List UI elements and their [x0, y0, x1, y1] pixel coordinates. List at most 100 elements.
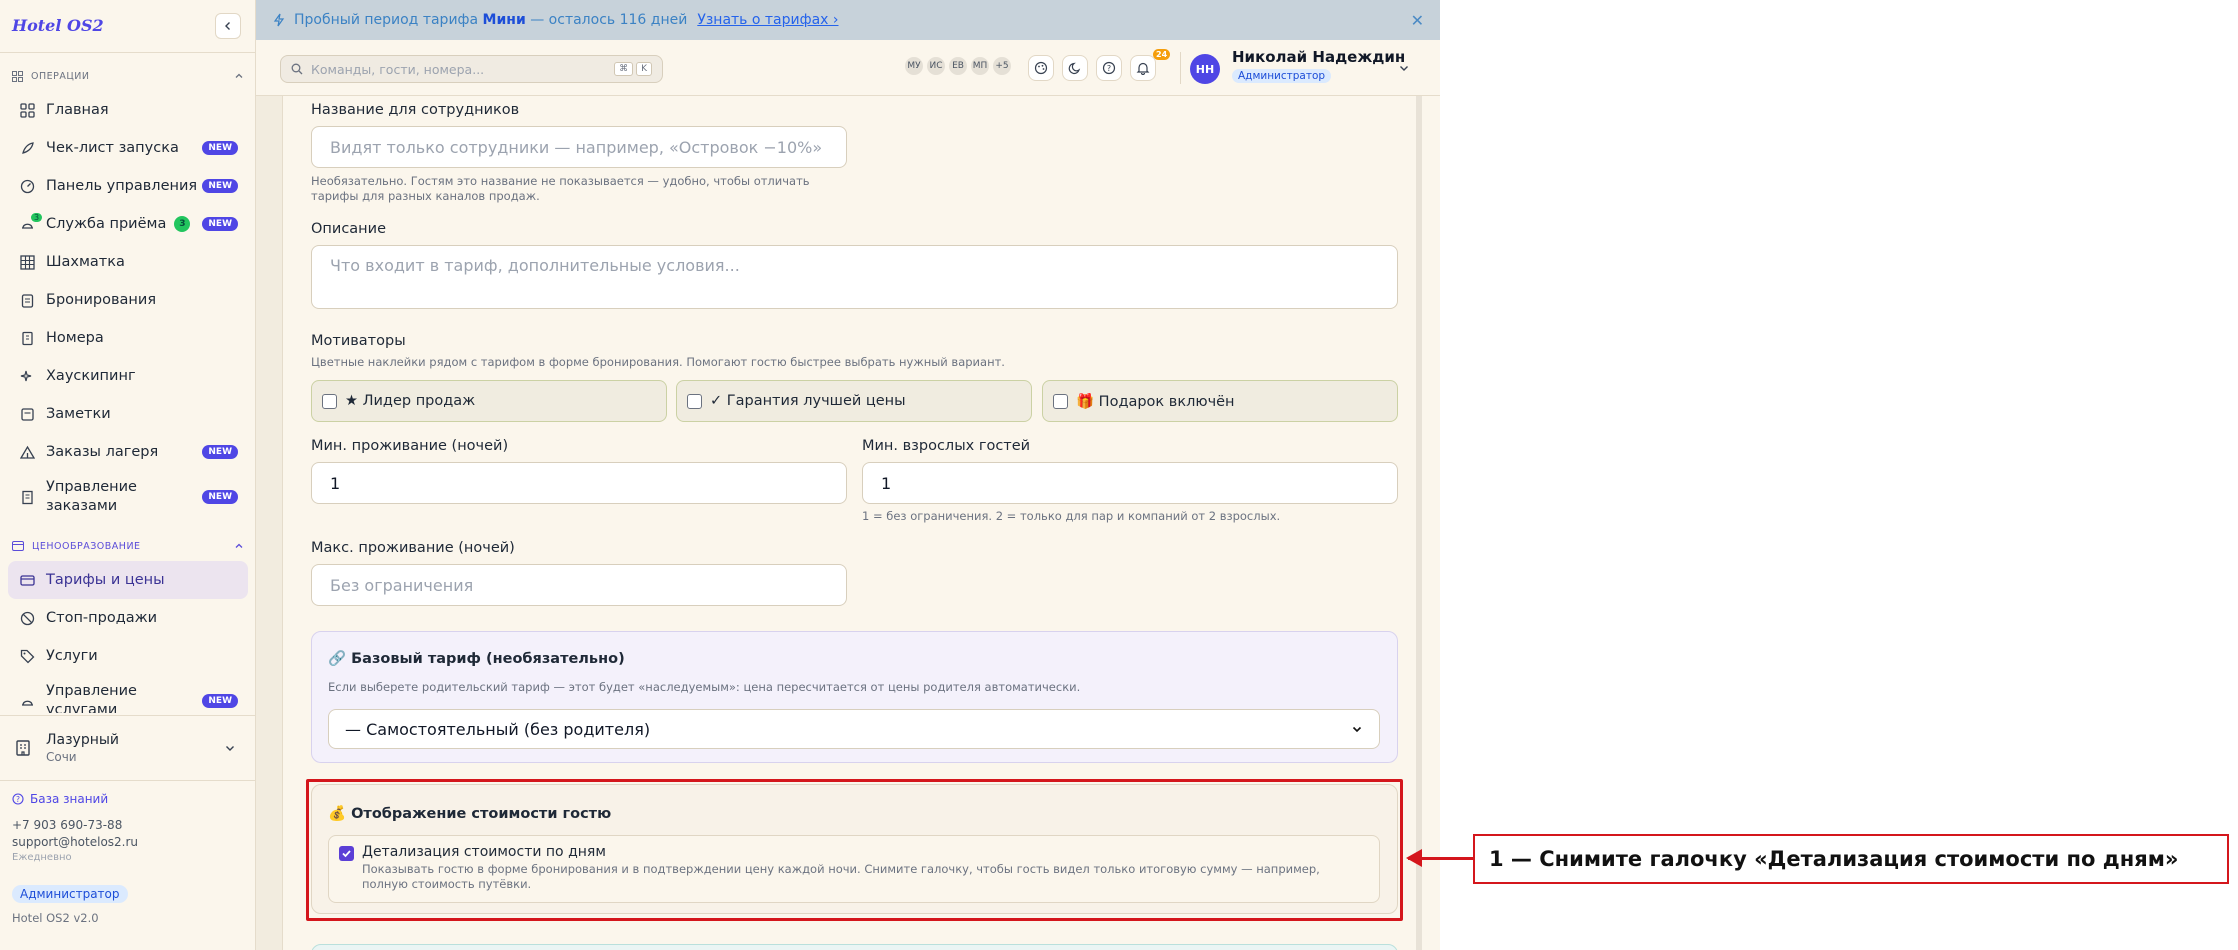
sidebar-item-dashboard[interactable]: Панель управления NEW: [8, 167, 248, 205]
checkbox[interactable]: [322, 393, 337, 409]
banner-plan: Мини: [482, 12, 526, 28]
sidebar-item-front-desk[interactable]: 3 Служба приёма 3 NEW: [8, 205, 248, 243]
user-avatar[interactable]: НН: [1190, 54, 1220, 84]
chevron-left-icon: [225, 22, 230, 30]
section-pricing[interactable]: ЦЕНООБРАЗОВАНИЕ: [0, 531, 256, 561]
new-badge: NEW: [202, 217, 238, 231]
base-rate-selected: — Самостоятельный (без родителя): [345, 719, 651, 739]
receipt-icon: [18, 488, 36, 506]
support-phone[interactable]: +7 903 690-73-88: [12, 818, 248, 832]
motivator-best-price[interactable]: ✓ Гарантия лучшей цены: [676, 380, 1032, 422]
support-email[interactable]: support@hotelos2.ru: [12, 835, 248, 849]
search-shortcut: ⌘ K: [614, 62, 652, 76]
motivator-bestseller[interactable]: ★ Лидер продаж: [311, 380, 667, 422]
sidebar-item-label: Тарифы и цены: [46, 572, 165, 588]
help-circle-icon: ?: [1102, 61, 1116, 75]
base-rate-section: 🔗 Базовый тариф (необязательно) Если выб…: [311, 631, 1398, 763]
max-stay-label: Макс. проживание (ночей): [311, 540, 515, 556]
motivators-hint: Цветные наклейки рядом с тарифом в форме…: [311, 355, 1005, 369]
property-switcher[interactable]: Лазурный Сочи: [0, 715, 256, 781]
sparkles-icon: [18, 367, 36, 385]
description-textarea[interactable]: Что входит в тариф, дополнительные услов…: [311, 245, 1398, 309]
sidebar-item-label: Чек-лист запуска: [46, 140, 179, 156]
sidebar-item-stop-sales[interactable]: Стоп-продажи: [8, 599, 248, 637]
sidebar-item-order-management[interactable]: Управление заказами NEW: [8, 471, 248, 523]
avatar[interactable]: МП: [970, 56, 990, 76]
credit-card-icon: [18, 571, 36, 589]
motivator-label: ★ Лидер продаж: [345, 393, 476, 409]
notifications-button[interactable]: [1130, 55, 1156, 81]
search-input[interactable]: Команды, гости, номера... ⌘ K: [280, 55, 663, 83]
banner-suffix: — осталось 116 дней: [530, 12, 688, 28]
staff-name-input[interactable]: Видят только сотрудники — например, «Ост…: [311, 126, 847, 168]
lightning-icon: [273, 13, 285, 27]
app-window: Hotel OS2 ОПЕРАЦИИ Главная Чек-лист запу…: [0, 0, 1440, 950]
sidebar-nav[interactable]: ОПЕРАЦИИ Главная Чек-лист запуска NEW Пан…: [0, 53, 256, 713]
dark-mode-button[interactable]: [1062, 55, 1088, 81]
property-city: Сочи: [46, 750, 77, 764]
ban-icon: [18, 609, 36, 627]
new-badge: NEW: [202, 490, 238, 504]
sidebar-item-notes[interactable]: Заметки: [8, 395, 248, 433]
rocket-icon: [18, 139, 36, 157]
knowledge-base-label: База знаний: [30, 792, 109, 806]
sidebar-item-camp-orders[interactable]: Заказы лагеря NEW: [8, 433, 248, 471]
role-badge: Администратор: [12, 885, 128, 903]
user-role-badge: Администратор: [1232, 69, 1332, 83]
user-name[interactable]: Николай Надеждин: [1232, 48, 1405, 66]
property-name: Лазурный: [46, 732, 120, 748]
count-badge: 3: [174, 216, 191, 232]
banner-prefix: Пробный период тарифа: [294, 12, 479, 28]
palette-icon: [1034, 61, 1048, 75]
sidebar-item-bookings[interactable]: Бронирования: [8, 281, 248, 319]
mini-count-badge: 3: [31, 213, 43, 222]
checkbox[interactable]: [687, 393, 702, 409]
avatar[interactable]: МУ: [904, 56, 924, 76]
notification-count-badge: 24: [1153, 49, 1171, 60]
sidebar-item-label: Бронирования: [46, 292, 157, 308]
scrollbar[interactable]: [1416, 96, 1422, 950]
avatar[interactable]: ИС: [926, 56, 946, 76]
staff-name-hint: Необязательно. Гостям это название не по…: [311, 174, 810, 203]
section-label: ЦЕНООБРАЗОВАНИЕ: [32, 540, 141, 552]
min-stay-label: Мин. проживание (ночей): [311, 438, 509, 454]
annotation-callout: 1 — Снимите галочку «Детализация стоимос…: [1473, 834, 2229, 884]
sidebar-item-label: Услуги: [46, 648, 98, 664]
sidebar-item-housekeeping[interactable]: Хаускипинг: [8, 357, 248, 395]
min-stay-input[interactable]: 1: [311, 462, 847, 504]
min-adults-input[interactable]: 1: [862, 462, 1398, 504]
trial-banner: Пробный период тарифа Мини — осталось 11…: [256, 0, 1440, 40]
motivator-gift[interactable]: 🎁 Подарок включён: [1042, 380, 1398, 422]
sidebar-item-rates[interactable]: Тарифы и цены: [8, 561, 248, 599]
max-stay-input[interactable]: Без ограничения: [311, 564, 847, 606]
sidebar-item-service-management[interactable]: Управление услугами NEW: [8, 675, 248, 713]
sidebar-item-home[interactable]: Главная: [8, 91, 248, 129]
theme-palette-button[interactable]: [1028, 55, 1054, 81]
base-rate-select[interactable]: — Самостоятельный (без родителя): [328, 709, 1380, 749]
knowledge-base-link[interactable]: ? База знаний: [12, 792, 248, 806]
app-logo[interactable]: Hotel OS2: [12, 16, 104, 35]
sidebar-item-launch-checklist[interactable]: Чек-лист запуска NEW: [8, 129, 248, 167]
team-avatars[interactable]: МУ ИС ЕВ МП +5: [904, 56, 1012, 76]
help-button[interactable]: ?: [1096, 55, 1122, 81]
sidebar: Hotel OS2 ОПЕРАЦИИ Главная Чек-лист запу…: [0, 0, 256, 950]
sidebar-item-services[interactable]: Услуги: [8, 637, 248, 675]
sidebar-item-rooms[interactable]: Номера: [8, 319, 248, 357]
checkbox[interactable]: [1053, 393, 1068, 409]
avatar[interactable]: ЕВ: [948, 56, 968, 76]
sidebar-item-chessboard[interactable]: Шахматка: [8, 243, 248, 281]
chevron-down-icon[interactable]: [1398, 62, 1410, 74]
sidebar-item-label: Заказы лагеря: [46, 444, 159, 460]
moon-icon: [1068, 62, 1081, 75]
more-avatars[interactable]: +5: [992, 56, 1012, 76]
new-badge: NEW: [202, 179, 238, 193]
banner-plans-link[interactable]: Узнать о тарифах ›: [697, 12, 838, 28]
sidebar-footer: ? База знаний +7 903 690-73-88 support@h…: [12, 792, 248, 925]
grid-icon: [12, 70, 23, 82]
section-operations[interactable]: ОПЕРАЦИИ: [0, 61, 256, 91]
close-icon[interactable]: ✕: [1411, 11, 1424, 30]
sidebar-item-label: Заметки: [46, 406, 111, 422]
chevron-up-icon: [235, 73, 243, 78]
grid-icon: [18, 101, 36, 119]
collapse-sidebar-button[interactable]: [215, 13, 241, 39]
